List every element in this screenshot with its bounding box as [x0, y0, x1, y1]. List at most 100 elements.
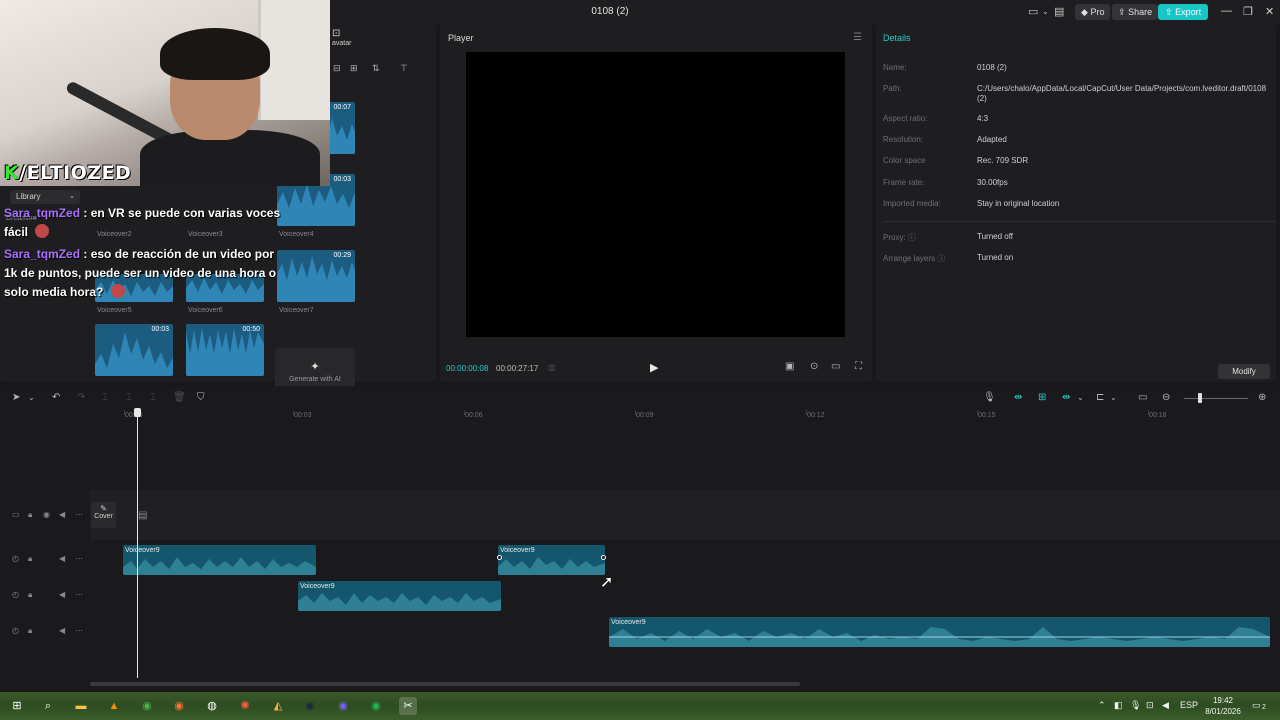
app-icon[interactable]: ◭	[269, 697, 287, 715]
split-icon[interactable]: ⌶	[102, 392, 108, 403]
capcut-icon[interactable]: ✂	[399, 697, 417, 715]
layout-icon[interactable]: ▭	[1028, 5, 1038, 18]
clock-time[interactable]: 19:42	[1208, 696, 1238, 705]
audio-clip[interactable]: Voiceover9	[609, 617, 1270, 647]
filter-icon[interactable]: ⊟	[333, 63, 341, 74]
ratio-icon[interactable]: ▭	[831, 361, 840, 372]
notifications-icon[interactable]: ▭	[1252, 700, 1261, 711]
more-icon[interactable]: ⋯	[75, 590, 83, 599]
zoom-slider[interactable]	[1184, 398, 1248, 399]
media-thumbnail[interactable]: 00:03	[95, 324, 173, 376]
volume-icon[interactable]: ◀︎	[59, 554, 65, 563]
avatar-tab-label[interactable]: avatar	[332, 40, 351, 47]
discord-icon[interactable]: ◉	[334, 697, 352, 715]
tray-mic-icon[interactable]: 🎙	[1130, 700, 1141, 711]
caption-icon[interactable]: ▭	[1138, 392, 1147, 403]
chrome-icon[interactable]: ◉	[138, 697, 156, 715]
visibility-icon[interactable]: ◉	[43, 510, 50, 519]
playhead[interactable]	[137, 408, 138, 678]
lock-icon[interactable]: 🔒︎	[28, 626, 32, 636]
menu-icon[interactable]: ☰	[853, 32, 862, 43]
avatar-icon[interactable]: ⊡	[332, 28, 340, 39]
lock-icon[interactable]: 🔒︎	[28, 554, 32, 564]
zoom-slider-handle[interactable]	[1198, 393, 1202, 403]
generate-with-ai-label: Generate with AI	[289, 376, 341, 383]
search-icon[interactable]: ⌕	[39, 697, 57, 715]
lock-icon[interactable]: 🔒︎	[28, 590, 32, 600]
restore-icon[interactable]: ❐	[1243, 5, 1253, 18]
lock-icon[interactable]: 🔒︎	[28, 510, 32, 520]
file-explorer-icon[interactable]: ▬	[72, 697, 90, 715]
spotify-icon[interactable]: ◉	[367, 697, 385, 715]
close-icon[interactable]: ✕	[1265, 5, 1274, 18]
horizontal-scrollbar[interactable]	[90, 682, 800, 686]
split-left-icon[interactable]: ⌶	[126, 392, 132, 403]
tray-volume-icon[interactable]: ◀︎	[1162, 700, 1169, 711]
sort-icon[interactable]: ⇅	[372, 63, 380, 74]
thumbnail-duration: 00:03	[151, 326, 169, 333]
quality-icon[interactable]: ▣	[785, 361, 794, 372]
play-icon[interactable]: ▶	[650, 361, 658, 374]
modify-button[interactable]: Modify	[1218, 364, 1270, 379]
main-track-magnet-icon[interactable]: ⇹	[1014, 392, 1022, 403]
audio-clip[interactable]: Voiceover9	[498, 545, 605, 575]
pro-button[interactable]: ◆ Pro	[1075, 4, 1111, 20]
tray-language[interactable]: ESP	[1180, 700, 1198, 710]
clip-trim-handle-right[interactable]	[601, 555, 606, 560]
library-dropdown[interactable]: Library ⌄	[10, 190, 80, 204]
filter-type-icon[interactable]: ⊤	[400, 63, 408, 74]
split-right-icon[interactable]: ⌶	[150, 392, 156, 403]
linkage-dropdown-icon[interactable]: ⌄	[1077, 393, 1084, 402]
more-icon[interactable]: ⋯	[75, 510, 83, 519]
select-tool-icon[interactable]: ➤	[12, 392, 20, 403]
zoom-in-icon[interactable]: ⊕	[1258, 392, 1266, 403]
tick-label: 00:09	[636, 412, 654, 419]
preview-canvas[interactable]	[466, 52, 845, 337]
time-ruler[interactable]: 00:00 00:03 00:06 00:09 00:12 00:15 00:1…	[0, 410, 1280, 424]
clock-date[interactable]: 8/01/2026	[1200, 707, 1246, 716]
select-dropdown-icon[interactable]: ⌄	[28, 393, 35, 402]
cover-button[interactable]: ✎ Cover	[91, 502, 116, 528]
volume-icon[interactable]: ◀︎	[59, 510, 65, 519]
audio-clip[interactable]: Voiceover9	[123, 545, 316, 575]
grid-view-icon[interactable]: ⊞	[350, 63, 358, 74]
clip-trim-handle-left[interactable]	[497, 555, 502, 560]
media-thumbnail[interactable]: 00:50	[186, 324, 264, 376]
tray-app-icon[interactable]: ◧	[1114, 700, 1123, 711]
vlc-icon[interactable]: ▲	[105, 697, 123, 715]
more-icon[interactable]: ⋯	[75, 554, 83, 563]
preview-axis-icon[interactable]: ⊏	[1096, 392, 1104, 403]
marker-icon[interactable]: ⛉	[197, 392, 205, 403]
tray-overflow-icon[interactable]: ⌃	[1098, 700, 1106, 711]
redo-icon[interactable]: ↷	[77, 392, 85, 403]
auto-snap-icon[interactable]: ⊞	[1038, 392, 1046, 403]
shortcuts-icon[interactable]: ▤	[1054, 5, 1064, 18]
firefox-icon[interactable]: ◉	[170, 697, 188, 715]
obs-icon[interactable]: ◍	[203, 697, 221, 715]
tray-network-icon[interactable]: ⊡	[1146, 700, 1154, 711]
preview-axis-dropdown-icon[interactable]: ⌄	[1110, 393, 1117, 402]
fullscreen-icon[interactable]: ⛶	[855, 361, 862, 372]
app-icon[interactable]: ✺	[236, 697, 254, 715]
linkage-icon[interactable]: ⇹	[1062, 392, 1070, 403]
audio-clip[interactable]: Voiceover9	[298, 581, 501, 611]
delete-icon[interactable]: 🗑	[173, 392, 186, 403]
volume-icon[interactable]: ◀︎	[59, 590, 65, 599]
share-button[interactable]: ⇪ Share	[1112, 4, 1159, 20]
export-button[interactable]: ⇧ Export	[1158, 4, 1209, 20]
windows-taskbar: ⊞ ⌕ ▬ ▲ ◉ ◉ ◍ ✺ ◭ ◉ ◉ ◉ ✂ ⌃ ◧ 🎙 ⊡ ◀︎ ESP…	[0, 692, 1280, 720]
volume-icon[interactable]: ◀︎	[59, 626, 65, 635]
timecode-mode-icon[interactable]: ▥	[548, 363, 556, 372]
streamer-brand-logo: K/ELTIOZED	[4, 162, 131, 184]
zoom-out-icon[interactable]: ⊖	[1162, 392, 1170, 403]
more-icon[interactable]: ⋯	[75, 626, 83, 635]
undo-icon[interactable]: ↶	[52, 392, 60, 403]
layout-dropdown-icon[interactable]: ⌄	[1042, 7, 1049, 16]
main-video-track[interactable]	[90, 490, 1280, 540]
zoom-fit-icon[interactable]: ⊙	[810, 361, 818, 372]
windows-start-icon[interactable]: ⊞	[8, 697, 26, 715]
minimize-icon[interactable]: —	[1221, 5, 1232, 17]
waveform-icon	[498, 557, 605, 575]
steam-icon[interactable]: ◉	[301, 697, 319, 715]
record-voiceover-icon[interactable]: 🎙	[983, 392, 996, 403]
